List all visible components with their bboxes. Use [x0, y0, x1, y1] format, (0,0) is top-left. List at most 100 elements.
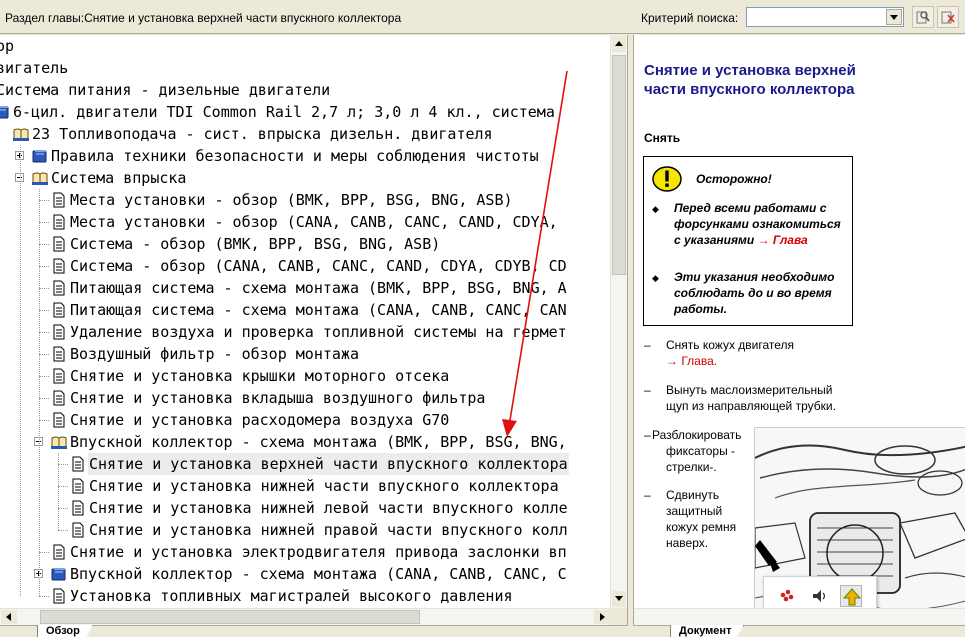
tree-item-label: Система - обзор (CANA, CANB, CANC, CAND,… — [70, 257, 567, 275]
arrow-up-icon — [842, 588, 862, 606]
document-page-icon — [51, 390, 67, 406]
tree-item-label: Система впрыска — [51, 169, 187, 187]
search-next-button[interactable] — [912, 6, 934, 28]
warning-icon — [652, 166, 682, 192]
step-text: защитный — [666, 504, 723, 518]
tree-vertical-scrollbar[interactable] — [610, 35, 627, 608]
tree-item[interactable]: Снятие и установка нижней левой части вп… — [0, 497, 611, 519]
tree-item[interactable]: Правила техники безопасности и меры собл… — [0, 145, 611, 167]
document-page-icon — [51, 368, 67, 384]
search-criteria-select[interactable] — [746, 7, 904, 27]
tree-item-label: Питающая система - схема монтажа (BMK, B… — [70, 279, 567, 297]
document-page-icon — [51, 588, 67, 604]
tree-connector — [39, 420, 49, 421]
document-horizontal-scrollbar[interactable] — [634, 608, 965, 625]
tree-connector — [39, 354, 49, 355]
tree-item[interactable]: Питающая система - схема монтажа (BMK, B… — [0, 277, 611, 299]
step-text: Сдвинуть — [666, 488, 720, 502]
left-tabbar: Обзор — [0, 625, 628, 637]
tree-connector — [39, 552, 49, 553]
scroll-right-icon[interactable] — [594, 610, 610, 624]
scroll-corner — [610, 608, 627, 625]
tab-overview[interactable]: Обзор — [37, 625, 93, 637]
scroll-up-icon[interactable] — [612, 36, 626, 52]
chapter-link[interactable]: → Глава — [758, 233, 808, 247]
search-input[interactable] — [749, 10, 885, 24]
tree-item-label: Правила техники безопасности и меры собл… — [51, 147, 539, 165]
tree-item[interactable]: Впускной коллектор - схема монтажа (BMK,… — [0, 431, 611, 453]
caution-title: Осторожно! — [696, 172, 772, 186]
bullet-icon: ◆ — [652, 204, 659, 214]
tree-item[interactable]: Удаление воздуха и проверка топливной си… — [0, 321, 611, 343]
tree-item[interactable]: Система впрыска — [0, 167, 611, 189]
step-text: кожух ремня — [666, 520, 737, 534]
tree-item[interactable]: 6-цил. двигатели TDI Common Rail 2,7 л; … — [0, 101, 611, 123]
tree-item[interactable]: вигатель — [0, 57, 611, 79]
tree-item[interactable]: Снятие и установка расходомера воздуха G… — [0, 409, 611, 431]
tree-item-label: Места установки - обзор (CANA, CANB, CAN… — [70, 213, 558, 231]
tree-connector — [39, 398, 49, 399]
speaker-icon — [813, 590, 826, 602]
tree-horizontal-scrollbar[interactable] — [0, 608, 611, 625]
book-icon — [51, 566, 67, 582]
tree-item-label: Снятие и установка расходомера воздуха G… — [70, 411, 450, 429]
tree-connector — [58, 530, 68, 531]
tree-item-label: Снятие и установка нижней правой части в… — [89, 521, 568, 539]
chapter-link[interactable]: → Глава. — [666, 353, 717, 369]
tree-item[interactable]: 23 Топливоподача - сист. впрыска дизельн… — [0, 123, 611, 145]
tree-item[interactable]: Снятие и установка вкладыша воздушного ф… — [0, 387, 611, 409]
step-text: стрелки-. — [666, 460, 717, 474]
caution-item: Эти указания необходимо соблюдать до и в… — [674, 269, 846, 317]
tree-item[interactable]: Снятие и установка крышки моторного отсе… — [0, 365, 611, 387]
remove-heading: Снять — [644, 131, 681, 145]
tree-connector — [58, 453, 59, 530]
tree-connector — [39, 596, 49, 597]
tree-item[interactable]: Снятие и установка верхней части впускно… — [0, 453, 611, 475]
tree-item-label: Система питания - дизельные двигатели — [0, 81, 331, 99]
document-page-icon — [70, 522, 86, 538]
tree-item-label: Воздушный фильтр - обзор монтажа — [70, 345, 359, 363]
tree-item[interactable]: Питающая система - схема монтажа (CANA, … — [0, 299, 611, 321]
tree-item[interactable]: Система - обзор (CANA, CANB, CANC, CAND,… — [0, 255, 611, 277]
document-page-icon — [51, 258, 67, 274]
scroll-thumb[interactable] — [612, 55, 626, 275]
tree-connector — [20, 145, 21, 596]
chevron-down-icon[interactable] — [886, 9, 902, 25]
tree-connector — [39, 332, 49, 333]
tree-item[interactable]: Снятие и установка нижней части впускног… — [0, 475, 611, 497]
document-page-icon — [51, 192, 67, 208]
search-clear-icon — [941, 11, 955, 24]
scroll-left-icon[interactable] — [1, 610, 17, 624]
tree-item[interactable]: Снятие и установка нижней правой части в… — [0, 519, 611, 541]
step-text: наверх. — [666, 536, 709, 550]
hscroll-thumb[interactable] — [40, 610, 420, 624]
tree-item[interactable]: ор — [0, 35, 611, 57]
tree-item[interactable]: Снятие и установка электродвигателя прив… — [0, 541, 611, 563]
step-dash: – — [644, 488, 651, 502]
open-book-icon — [32, 170, 48, 186]
dots-tool-button[interactable] — [776, 585, 798, 607]
bullet-icon: ◆ — [652, 273, 659, 283]
tree-item[interactable]: Система - обзор (BMK, BPP, BSG, BNG, ASB… — [0, 233, 611, 255]
tree-panel: ор вигатель Система питания - дизельные дв… — [0, 35, 628, 625]
tree-item-label: Впускной коллектор - схема монтажа (CANA… — [70, 565, 567, 583]
search-clear-button[interactable] — [937, 6, 959, 28]
audio-tool-button[interactable] — [808, 585, 830, 607]
up-tool-button[interactable] — [840, 585, 862, 607]
document-panel: Снятие и установка верхней части впускно… — [633, 35, 965, 625]
tree-item[interactable]: Впускной коллектор - схема монтажа (CANA… — [0, 563, 611, 585]
tree-connector — [39, 288, 49, 289]
tree-item[interactable]: Система питания - дизельные двигатели — [0, 79, 611, 101]
tree-item[interactable]: Установка топливных магистралей высокого… — [0, 585, 611, 607]
tree-item[interactable]: Места установки - обзор (CANA, CANB, CAN… — [0, 211, 611, 233]
tree-item-label: Удаление воздуха и проверка топливной си… — [70, 323, 567, 341]
tree-item[interactable]: Воздушный фильтр - обзор монтажа — [0, 343, 611, 365]
tree-item-label: ор — [0, 37, 15, 55]
tab-document[interactable]: Документ — [670, 625, 745, 637]
tree-item-label: Питающая система - схема монтажа (CANA, … — [70, 301, 567, 319]
tree-item[interactable]: Места установки - обзор (BMK, BPP, BSG, … — [0, 189, 611, 211]
section-title: Раздел главы:Снятие и установка верхней … — [5, 11, 402, 25]
scroll-down-icon[interactable] — [612, 591, 626, 607]
search-label: Критерий поиска: — [641, 11, 739, 25]
step-text: Снять кожух двигателя — [666, 338, 795, 352]
